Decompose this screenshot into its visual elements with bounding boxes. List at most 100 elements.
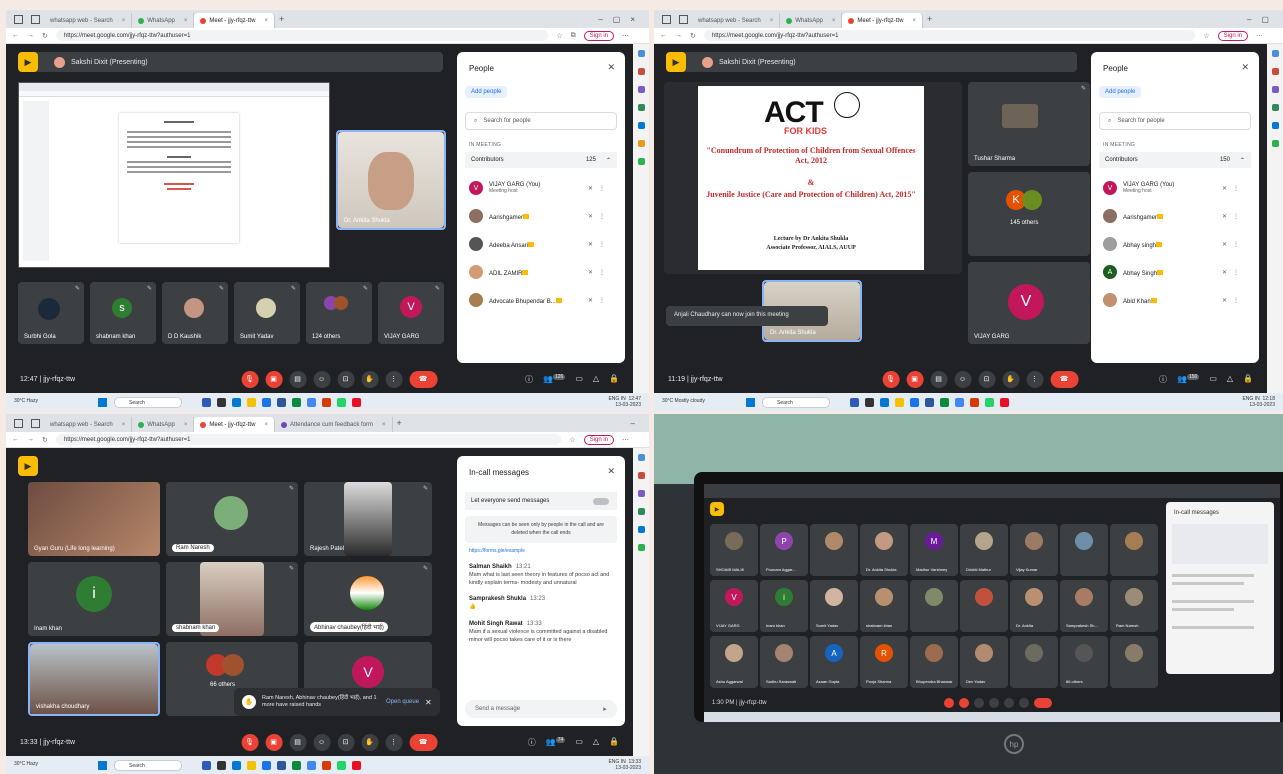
whatsapp-icon[interactable] [985, 397, 994, 407]
star-icon[interactable]: ☆ [569, 436, 575, 444]
windows-start-icon[interactable] [746, 397, 755, 407]
participant-tile[interactable]: V VIJAY GARG [710, 580, 758, 632]
window-controls[interactable]: –▢× [598, 15, 649, 24]
participant-tile[interactable]: SHOAIB MALIK [710, 524, 758, 576]
info-icon[interactable]: ⓘ [1159, 374, 1167, 385]
edge-icon[interactable] [940, 397, 949, 407]
back-icon[interactable]: ← [660, 32, 667, 39]
mute-icon[interactable]: ✕⋮ [588, 241, 611, 248]
back-icon[interactable]: ← [12, 436, 19, 443]
back-icon[interactable]: ← [12, 32, 19, 39]
tab-whatsapp-search[interactable]: whatsapp web - Search × [44, 13, 133, 28]
games-icon[interactable] [637, 104, 645, 111]
close-icon[interactable]: × [770, 18, 774, 24]
app-icon[interactable] [202, 760, 211, 770]
shared-slide-tile[interactable]: ACT FOR KIDS "Conundrum of Protection of… [664, 82, 962, 274]
windows-start-icon[interactable] [98, 397, 107, 407]
close-icon[interactable]: × [264, 422, 268, 428]
raise-hand-icon[interactable] [1019, 698, 1029, 708]
activities-icon[interactable]: △ [593, 737, 599, 748]
window-controls[interactable]: –▢ [1247, 15, 1283, 24]
weather-widget[interactable]: 30°C Mostly cloudy [662, 399, 705, 405]
participant-tile[interactable]: i Inam khan [760, 580, 808, 632]
chevron-up-icon[interactable]: ⌃ [1240, 157, 1245, 164]
tab-meet[interactable]: Meet - jjy-rfqz-ttw × [842, 13, 923, 28]
app-icon[interactable] [322, 760, 331, 770]
participant-tile[interactable]: V VIJAY GARG [968, 262, 1090, 344]
reload-icon[interactable]: ↻ [42, 436, 48, 444]
captions-icon[interactable]: ▤ [930, 370, 948, 388]
list-item[interactable]: Aarishgamer ✕⋮ [1103, 202, 1251, 230]
app-icon[interactable] [217, 397, 226, 407]
speaker-tile[interactable]: Dr. Ankita Shukla [336, 130, 446, 230]
new-tab-icon[interactable]: + [927, 14, 932, 24]
participant-tile[interactable] [960, 580, 1008, 632]
mute-icon[interactable]: ✕⋮ [588, 185, 611, 192]
mic-off-icon[interactable]: 🎙 [241, 733, 259, 751]
office-icon[interactable] [637, 122, 645, 129]
present-icon[interactable] [1004, 698, 1014, 708]
participant-tile[interactable]: R Pooja Sharma [860, 636, 908, 688]
word-icon[interactable] [277, 760, 286, 770]
participant-tile[interactable] [1110, 636, 1158, 688]
contributors-header[interactable]: Contributors 150 ⌃ [1099, 152, 1251, 168]
participant-tile[interactable]: Dev Yadav [960, 636, 1008, 688]
close-icon[interactable]: × [382, 422, 386, 428]
lock-icon[interactable]: 🔒 [609, 737, 619, 748]
list-item[interactable]: Abid Khan ✕⋮ [1103, 286, 1251, 314]
url-field[interactable]: https://meet.google.com/jjy-rfqz-ttw?aut… [703, 30, 1196, 41]
weather-widget[interactable]: 30°C Hazy [14, 762, 38, 768]
games-icon[interactable] [1271, 104, 1279, 111]
people-icon[interactable]: 👥 126 [543, 373, 566, 385]
leave-call-button[interactable]: ☎ [1050, 370, 1079, 388]
contributors-header[interactable]: Contributors 125 ⌃ [465, 152, 617, 168]
app-icon[interactable] [262, 397, 271, 407]
participant-tile[interactable] [1060, 524, 1108, 576]
lock-icon[interactable]: 🔒 [1243, 374, 1253, 385]
mute-icon[interactable]: ✕⋮ [1222, 297, 1245, 304]
participant-tile[interactable]: V ✎ VIJAY GARG [378, 282, 444, 344]
app-icon[interactable] [352, 760, 361, 770]
sign-in-button[interactable]: Sign in [583, 30, 614, 41]
reload-icon[interactable]: ↻ [690, 32, 696, 40]
emoji-icon[interactable]: ☺ [313, 733, 331, 751]
list-item[interactable]: V VIJAY GARG (You) Meeting host ✕⋮ [469, 174, 617, 202]
mute-icon[interactable]: ✕⋮ [1222, 269, 1245, 276]
list-item[interactable]: Advocate Bhupendar B... ✕⋮ [469, 286, 617, 314]
participant-tile[interactable]: Bhupendra Bhanwar [910, 636, 958, 688]
window-controls[interactable]: – [631, 419, 649, 428]
camera-off-icon[interactable]: ▣ [906, 370, 924, 388]
participant-tile[interactable]: shabnam khan [860, 580, 908, 632]
camera-off-icon[interactable]: ▣ [265, 370, 283, 388]
participant-tile[interactable]: i Inam khan [28, 562, 160, 636]
window-icon[interactable] [14, 14, 23, 24]
close-icon[interactable]: × [264, 18, 268, 24]
app-icon[interactable] [352, 397, 361, 407]
participant-tile[interactable]: P Poonam Aggar... [760, 524, 808, 576]
search-icon[interactable] [637, 454, 645, 461]
mic-off-icon[interactable] [944, 698, 954, 708]
toggle-switch[interactable] [593, 497, 609, 505]
leave-call-button[interactable]: ☎ [409, 370, 438, 388]
mic-off-icon[interactable]: 🎙 [882, 370, 900, 388]
word-icon[interactable] [277, 397, 286, 407]
close-icon[interactable]: ✕ [425, 698, 432, 707]
mute-icon[interactable]: ✕⋮ [1222, 185, 1245, 192]
chat-icon[interactable]: ▭ [1209, 374, 1217, 385]
participant-tile[interactable]: Samprakesh Sh... [1060, 580, 1108, 632]
close-icon[interactable]: × [122, 422, 126, 428]
mute-icon[interactable]: ✕⋮ [1222, 241, 1245, 248]
present-icon[interactable]: ⊡ [337, 733, 355, 751]
app-icon[interactable] [970, 397, 979, 407]
captions-icon[interactable]: ▤ [289, 733, 307, 751]
tab-meet[interactable]: Meet - jjy-rfqz-ttw × [194, 13, 275, 28]
participant-tile[interactable]: Sadhu Saraswati [760, 636, 808, 688]
chat-icon[interactable]: ▭ [575, 374, 583, 385]
taskbar-search[interactable]: Search [762, 396, 830, 408]
app-icon[interactable] [850, 397, 859, 407]
drop-icon[interactable] [1271, 140, 1279, 147]
chrome-icon[interactable] [307, 397, 316, 407]
menu-icon[interactable]: ⋯ [622, 32, 629, 40]
participant-tile[interactable] [1110, 524, 1158, 576]
participant-tile[interactable]: ✎ Ram Naresh [166, 482, 298, 556]
